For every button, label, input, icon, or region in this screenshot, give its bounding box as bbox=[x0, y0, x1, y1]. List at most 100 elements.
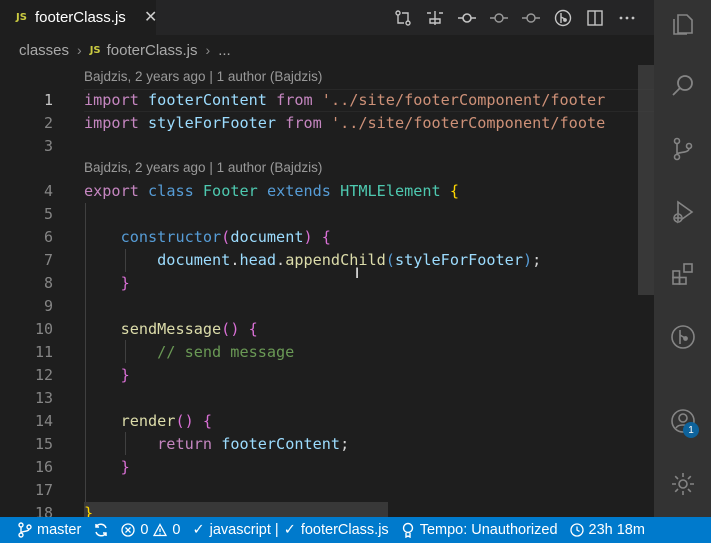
code-line[interactable]: import footerContent from '../site/foote… bbox=[84, 89, 605, 112]
line-number: 3 bbox=[43, 137, 53, 155]
git-graph-icon[interactable] bbox=[552, 7, 574, 29]
code-line[interactable]: } bbox=[84, 502, 93, 517]
editor-toolbar bbox=[392, 0, 638, 35]
explorer-icon[interactable] bbox=[654, 0, 711, 48]
code-token: // send message bbox=[157, 343, 295, 361]
code-line[interactable]: // send message bbox=[84, 341, 294, 364]
warning-icon bbox=[153, 523, 168, 537]
code-line[interactable]: constructor(document) { bbox=[84, 226, 331, 249]
vertical-scrollbar[interactable] bbox=[638, 65, 654, 295]
code-token: { bbox=[449, 182, 460, 200]
warning-count: 0 bbox=[172, 522, 181, 538]
status-time[interactable]: 23h 18m bbox=[564, 517, 651, 543]
line-number: 12 bbox=[34, 366, 53, 384]
compare-changes-icon[interactable] bbox=[392, 7, 414, 29]
code-token: { bbox=[321, 228, 331, 246]
code-line[interactable]: } bbox=[84, 364, 130, 387]
code-token: '../site/footerComponent/foote bbox=[330, 114, 606, 132]
line-number: 17 bbox=[34, 481, 53, 499]
code-line[interactable]: render() { bbox=[84, 410, 212, 433]
git-commit-icon[interactable] bbox=[456, 7, 478, 29]
status-tempo[interactable]: Tempo: Unauthorized bbox=[395, 517, 564, 543]
code-line[interactable]: document.head.appendChild(styleForFooter… bbox=[84, 249, 541, 272]
run-debug-icon[interactable] bbox=[654, 188, 711, 236]
line-number: 5 bbox=[43, 205, 53, 223]
chevron-right-icon: › bbox=[205, 42, 211, 58]
code-token: return bbox=[157, 435, 213, 453]
tab-footerclass[interactable]: JS footerClass.js ✕ bbox=[0, 0, 157, 35]
breadcrumb: classes › JS footerClass.js › ... bbox=[0, 35, 654, 65]
split-editor-icon[interactable] bbox=[584, 7, 606, 29]
code-token: () bbox=[175, 412, 194, 430]
close-icon[interactable]: ✕ bbox=[144, 8, 157, 26]
open-changes-icon[interactable] bbox=[424, 7, 446, 29]
sync-icon bbox=[95, 523, 108, 537]
codelens-blame[interactable]: Bajdzis, 2 years ago | 1 author (Bajdzis… bbox=[84, 158, 322, 178]
settings-gear-icon[interactable] bbox=[654, 460, 711, 508]
code-token: '../site/footerComponent/footer bbox=[321, 91, 606, 109]
activity-bar: 1 bbox=[654, 0, 711, 517]
status-sync[interactable] bbox=[87, 517, 115, 543]
line-number: 10 bbox=[34, 320, 53, 338]
code-token: ; bbox=[340, 435, 350, 453]
clock-icon bbox=[569, 523, 584, 537]
check-icon: ✓ bbox=[192, 522, 205, 538]
code-token: styleForFooter bbox=[394, 251, 523, 269]
code-token: } bbox=[120, 274, 130, 292]
code-token: head bbox=[239, 251, 277, 269]
breadcrumb-file[interactable]: footerClass.js bbox=[107, 42, 198, 59]
line-number: 16 bbox=[34, 458, 53, 476]
code-line[interactable]: sendMessage() { bbox=[84, 318, 258, 341]
code-token: extends bbox=[266, 182, 331, 200]
codelens-blame[interactable]: Bajdzis, 2 years ago | 1 author (Bajdzis… bbox=[84, 67, 322, 87]
code-line[interactable]: import styleForFooter from '../site/foot… bbox=[84, 112, 605, 135]
previous-change-icon[interactable] bbox=[488, 7, 510, 29]
breadcrumb-more[interactable]: ... bbox=[218, 42, 231, 59]
search-icon[interactable] bbox=[654, 61, 711, 109]
breadcrumb-folder[interactable]: classes bbox=[19, 42, 69, 59]
code-line[interactable]: return footerContent; bbox=[84, 433, 349, 456]
line-number: 4 bbox=[43, 182, 53, 200]
git-graph-icon[interactable] bbox=[654, 313, 711, 361]
account-icon[interactable]: 1 bbox=[654, 397, 711, 445]
code-token: from bbox=[276, 91, 313, 109]
code-token: } bbox=[120, 458, 130, 476]
code-line[interactable]: } bbox=[84, 456, 130, 479]
tempo-status: Tempo: Unauthorized bbox=[419, 522, 558, 538]
code-token: sendMessage bbox=[120, 320, 222, 338]
next-change-icon[interactable] bbox=[520, 7, 542, 29]
code-line[interactable]: } bbox=[84, 272, 130, 295]
code-token: import bbox=[84, 91, 139, 109]
status-bar: master 0 0 ✓ javascript | ✓ footerClass.… bbox=[0, 517, 711, 543]
js-file-icon: JS bbox=[89, 44, 101, 56]
tab-bar: JS footerClass.js ✕ bbox=[0, 0, 654, 35]
code-editor[interactable]: I Bajdzis, 2 years ago | 1 author (Bajdz… bbox=[0, 65, 654, 517]
horizontal-scrollbar[interactable] bbox=[84, 502, 388, 517]
status-problems[interactable]: 0 0 bbox=[115, 517, 186, 543]
code-token: render bbox=[120, 412, 176, 430]
code-token: Footer bbox=[202, 182, 258, 200]
tab-title: footerClass.js bbox=[34, 9, 126, 26]
status-branch[interactable]: master bbox=[0, 517, 87, 543]
status-language[interactable]: ✓ javascript | ✓ footerClass.js bbox=[186, 517, 394, 543]
extensions-icon[interactable] bbox=[654, 250, 711, 298]
tempo-icon bbox=[402, 522, 413, 538]
code-line[interactable]: export class Footer extends HTMLElement … bbox=[84, 180, 459, 203]
code-token: { bbox=[248, 320, 258, 338]
more-actions-icon[interactable] bbox=[616, 7, 638, 29]
line-number: 2 bbox=[43, 114, 53, 132]
branch-name: master bbox=[37, 522, 82, 538]
error-count: 0 bbox=[140, 522, 149, 538]
source-control-icon[interactable] bbox=[654, 125, 711, 173]
